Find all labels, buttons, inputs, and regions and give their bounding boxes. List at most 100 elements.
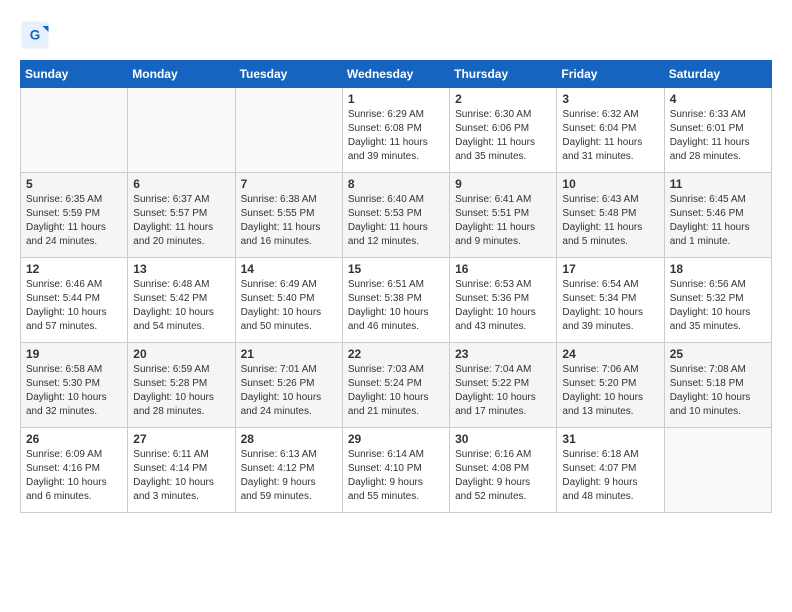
calendar-week-row: 12 Sunrise: 6:46 AM Sunset: 5:44 PM Dayli… (21, 258, 772, 343)
day-info: Sunrise: 6:48 AM Sunset: 5:42 PM Dayligh… (133, 278, 229, 334)
calendar-cell: 20 Sunrise: 6:59 AM Sunset: 5:28 PM Dayli… (128, 343, 235, 428)
day-number: 7 (241, 177, 337, 191)
day-info: Sunrise: 6:14 AM Sunset: 4:10 PM Dayligh… (348, 448, 444, 504)
calendar-week-row: 19 Sunrise: 6:58 AM Sunset: 5:30 PM Dayli… (21, 343, 772, 428)
calendar-day-header: Saturday (664, 61, 771, 88)
day-number: 15 (348, 262, 444, 276)
day-number: 28 (241, 432, 337, 446)
calendar-cell: 8 Sunrise: 6:40 AM Sunset: 5:53 PM Daylig… (342, 173, 449, 258)
day-number: 22 (348, 347, 444, 361)
page: G SundayMondayTuesdayWednesdayThursdayFr… (0, 0, 792, 523)
day-info: Sunrise: 6:38 AM Sunset: 5:55 PM Dayligh… (241, 193, 337, 249)
day-info: Sunrise: 7:06 AM Sunset: 5:20 PM Dayligh… (562, 363, 658, 419)
calendar-cell: 26 Sunrise: 6:09 AM Sunset: 4:16 PM Dayli… (21, 428, 128, 513)
day-number: 8 (348, 177, 444, 191)
day-info: Sunrise: 6:29 AM Sunset: 6:08 PM Dayligh… (348, 108, 444, 164)
calendar-cell: 18 Sunrise: 6:56 AM Sunset: 5:32 PM Dayli… (664, 258, 771, 343)
day-info: Sunrise: 6:45 AM Sunset: 5:46 PM Dayligh… (670, 193, 766, 249)
day-info: Sunrise: 6:32 AM Sunset: 6:04 PM Dayligh… (562, 108, 658, 164)
calendar-cell: 16 Sunrise: 6:53 AM Sunset: 5:36 PM Dayli… (450, 258, 557, 343)
calendar-day-header: Thursday (450, 61, 557, 88)
calendar-cell (128, 88, 235, 173)
day-number: 27 (133, 432, 229, 446)
calendar-cell: 11Sunrise: 6:45 AM Sunset: 5:46 PM Dayli… (664, 173, 771, 258)
day-info: Sunrise: 6:46 AM Sunset: 5:44 PM Dayligh… (26, 278, 122, 334)
day-number: 18 (670, 262, 766, 276)
day-number: 20 (133, 347, 229, 361)
calendar-cell (235, 88, 342, 173)
calendar-table: SundayMondayTuesdayWednesdayThursdayFrid… (20, 60, 772, 513)
calendar-cell: 21Sunrise: 7:01 AM Sunset: 5:26 PM Dayli… (235, 343, 342, 428)
logo: G (20, 20, 55, 50)
day-info: Sunrise: 6:40 AM Sunset: 5:53 PM Dayligh… (348, 193, 444, 249)
day-info: Sunrise: 6:16 AM Sunset: 4:08 PM Dayligh… (455, 448, 551, 504)
calendar-day-header: Sunday (21, 61, 128, 88)
day-info: Sunrise: 6:30 AM Sunset: 6:06 PM Dayligh… (455, 108, 551, 164)
day-number: 17 (562, 262, 658, 276)
calendar-cell: 30 Sunrise: 6:16 AM Sunset: 4:08 PM Dayli… (450, 428, 557, 513)
calendar-cell: 1Sunrise: 6:29 AM Sunset: 6:08 PM Daylig… (342, 88, 449, 173)
day-number: 14 (241, 262, 337, 276)
day-info: Sunrise: 6:54 AM Sunset: 5:34 PM Dayligh… (562, 278, 658, 334)
calendar-cell (664, 428, 771, 513)
calendar-cell: 7 Sunrise: 6:38 AM Sunset: 5:55 PM Daylig… (235, 173, 342, 258)
calendar-header-row: SundayMondayTuesdayWednesdayThursdayFrid… (21, 61, 772, 88)
calendar-cell: 31Sunrise: 6:18 AM Sunset: 4:07 PM Dayli… (557, 428, 664, 513)
day-info: Sunrise: 6:13 AM Sunset: 4:12 PM Dayligh… (241, 448, 337, 504)
calendar-cell: 23 Sunrise: 7:04 AM Sunset: 5:22 PM Dayli… (450, 343, 557, 428)
day-info: Sunrise: 6:58 AM Sunset: 5:30 PM Dayligh… (26, 363, 122, 419)
calendar-cell: 25Sunrise: 7:08 AM Sunset: 5:18 PM Dayli… (664, 343, 771, 428)
day-number: 12 (26, 262, 122, 276)
calendar-week-row: 26 Sunrise: 6:09 AM Sunset: 4:16 PM Dayli… (21, 428, 772, 513)
day-number: 24 (562, 347, 658, 361)
calendar-cell: 14 Sunrise: 6:49 AM Sunset: 5:40 PM Dayli… (235, 258, 342, 343)
day-info: Sunrise: 7:01 AM Sunset: 5:26 PM Dayligh… (241, 363, 337, 419)
day-number: 31 (562, 432, 658, 446)
day-number: 9 (455, 177, 551, 191)
calendar-cell: 4 Sunrise: 6:33 AM Sunset: 6:01 PM Daylig… (664, 88, 771, 173)
day-number: 10 (562, 177, 658, 191)
calendar-cell: 19 Sunrise: 6:58 AM Sunset: 5:30 PM Dayli… (21, 343, 128, 428)
header: G (20, 20, 772, 50)
day-info: Sunrise: 6:41 AM Sunset: 5:51 PM Dayligh… (455, 193, 551, 249)
day-info: Sunrise: 6:59 AM Sunset: 5:28 PM Dayligh… (133, 363, 229, 419)
calendar-cell: 2 Sunrise: 6:30 AM Sunset: 6:06 PM Daylig… (450, 88, 557, 173)
calendar-cell: 15Sunrise: 6:51 AM Sunset: 5:38 PM Dayli… (342, 258, 449, 343)
day-number: 19 (26, 347, 122, 361)
calendar-cell: 5Sunrise: 6:35 AM Sunset: 5:59 PM Daylig… (21, 173, 128, 258)
svg-text:G: G (30, 28, 41, 43)
calendar-cell: 3 Sunrise: 6:32 AM Sunset: 6:04 PM Daylig… (557, 88, 664, 173)
day-number: 30 (455, 432, 551, 446)
day-info: Sunrise: 6:33 AM Sunset: 6:01 PM Dayligh… (670, 108, 766, 164)
day-info: Sunrise: 7:03 AM Sunset: 5:24 PM Dayligh… (348, 363, 444, 419)
calendar-cell: 27Sunrise: 6:11 AM Sunset: 4:14 PM Dayli… (128, 428, 235, 513)
day-number: 13 (133, 262, 229, 276)
calendar-cell: 10Sunrise: 6:43 AM Sunset: 5:48 PM Dayli… (557, 173, 664, 258)
day-info: Sunrise: 6:37 AM Sunset: 5:57 PM Dayligh… (133, 193, 229, 249)
day-info: Sunrise: 6:09 AM Sunset: 4:16 PM Dayligh… (26, 448, 122, 504)
day-info: Sunrise: 6:56 AM Sunset: 5:32 PM Dayligh… (670, 278, 766, 334)
calendar-cell: 13 Sunrise: 6:48 AM Sunset: 5:42 PM Dayli… (128, 258, 235, 343)
calendar-day-header: Monday (128, 61, 235, 88)
day-info: Sunrise: 7:04 AM Sunset: 5:22 PM Dayligh… (455, 363, 551, 419)
calendar-cell: 12 Sunrise: 6:46 AM Sunset: 5:44 PM Dayli… (21, 258, 128, 343)
calendar-week-row: 1Sunrise: 6:29 AM Sunset: 6:08 PM Daylig… (21, 88, 772, 173)
calendar-day-header: Friday (557, 61, 664, 88)
calendar-cell (21, 88, 128, 173)
calendar-day-header: Wednesday (342, 61, 449, 88)
day-number: 2 (455, 92, 551, 106)
calendar-cell: 24 Sunrise: 7:06 AM Sunset: 5:20 PM Dayli… (557, 343, 664, 428)
day-number: 3 (562, 92, 658, 106)
day-number: 26 (26, 432, 122, 446)
day-number: 6 (133, 177, 229, 191)
logo-icon: G (20, 20, 50, 50)
day-number: 4 (670, 92, 766, 106)
day-number: 23 (455, 347, 551, 361)
day-info: Sunrise: 6:53 AM Sunset: 5:36 PM Dayligh… (455, 278, 551, 334)
calendar-cell: 17 Sunrise: 6:54 AM Sunset: 5:34 PM Dayli… (557, 258, 664, 343)
day-number: 25 (670, 347, 766, 361)
day-number: 16 (455, 262, 551, 276)
day-number: 5 (26, 177, 122, 191)
day-info: Sunrise: 6:49 AM Sunset: 5:40 PM Dayligh… (241, 278, 337, 334)
calendar-cell: 22 Sunrise: 7:03 AM Sunset: 5:24 PM Dayli… (342, 343, 449, 428)
